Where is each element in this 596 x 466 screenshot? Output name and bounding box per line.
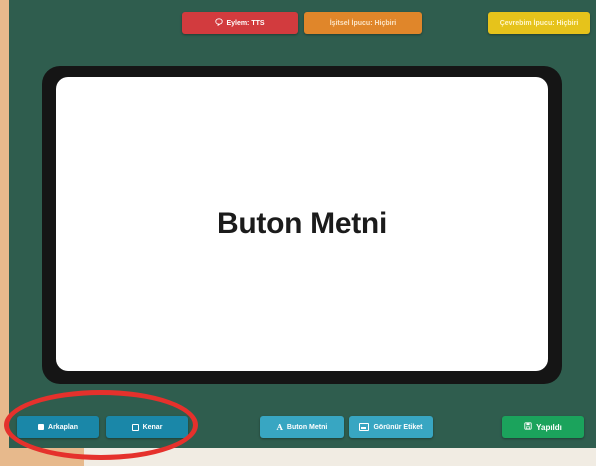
left-edge-strip: [0, 0, 9, 466]
action-button[interactable]: Eylem: TTS: [182, 12, 298, 34]
button-text-button[interactable]: A Buton Metni: [260, 416, 344, 438]
border-button-label: Kenar: [142, 423, 163, 431]
auditory-hint-label: İşitsel İpucu: Hiçbiri: [329, 19, 397, 27]
response-hint-button[interactable]: Çevrebim İpucu: Hiçbiri: [488, 12, 590, 34]
done-button[interactable]: Yapıldı: [502, 416, 584, 438]
background-button[interactable]: Arkaplan: [17, 416, 99, 438]
visible-label-button-label: Görünür Etiket: [373, 423, 423, 431]
device-frame: Buton Metni: [42, 66, 562, 384]
image-icon: [359, 423, 370, 431]
button-text-button-label: Buton Metni: [286, 423, 328, 431]
visible-label-button[interactable]: Görünür Etiket: [349, 416, 433, 438]
action-button-label: Eylem: TTS: [226, 19, 265, 27]
speech-bubble-icon: [215, 18, 224, 28]
bottom-left-strip: [0, 448, 84, 466]
auditory-hint-button[interactable]: İşitsel İpucu: Hiçbiri: [304, 12, 422, 34]
border-button[interactable]: Kenar: [106, 416, 188, 438]
filled-square-icon: [38, 424, 45, 430]
background-button-label: Arkaplan: [48, 423, 78, 431]
bottom-edge-strip: [0, 448, 596, 466]
button-preview-text: Buton Metni: [217, 207, 387, 240]
response-hint-label: Çevrebim İpucu: Hiçbiri: [499, 19, 579, 27]
done-button-label: Yapıldı: [536, 422, 562, 432]
save-icon: [524, 422, 532, 432]
button-preview[interactable]: Buton Metni: [56, 77, 548, 371]
text-icon: A: [276, 422, 283, 432]
outline-square-icon: [131, 423, 139, 431]
